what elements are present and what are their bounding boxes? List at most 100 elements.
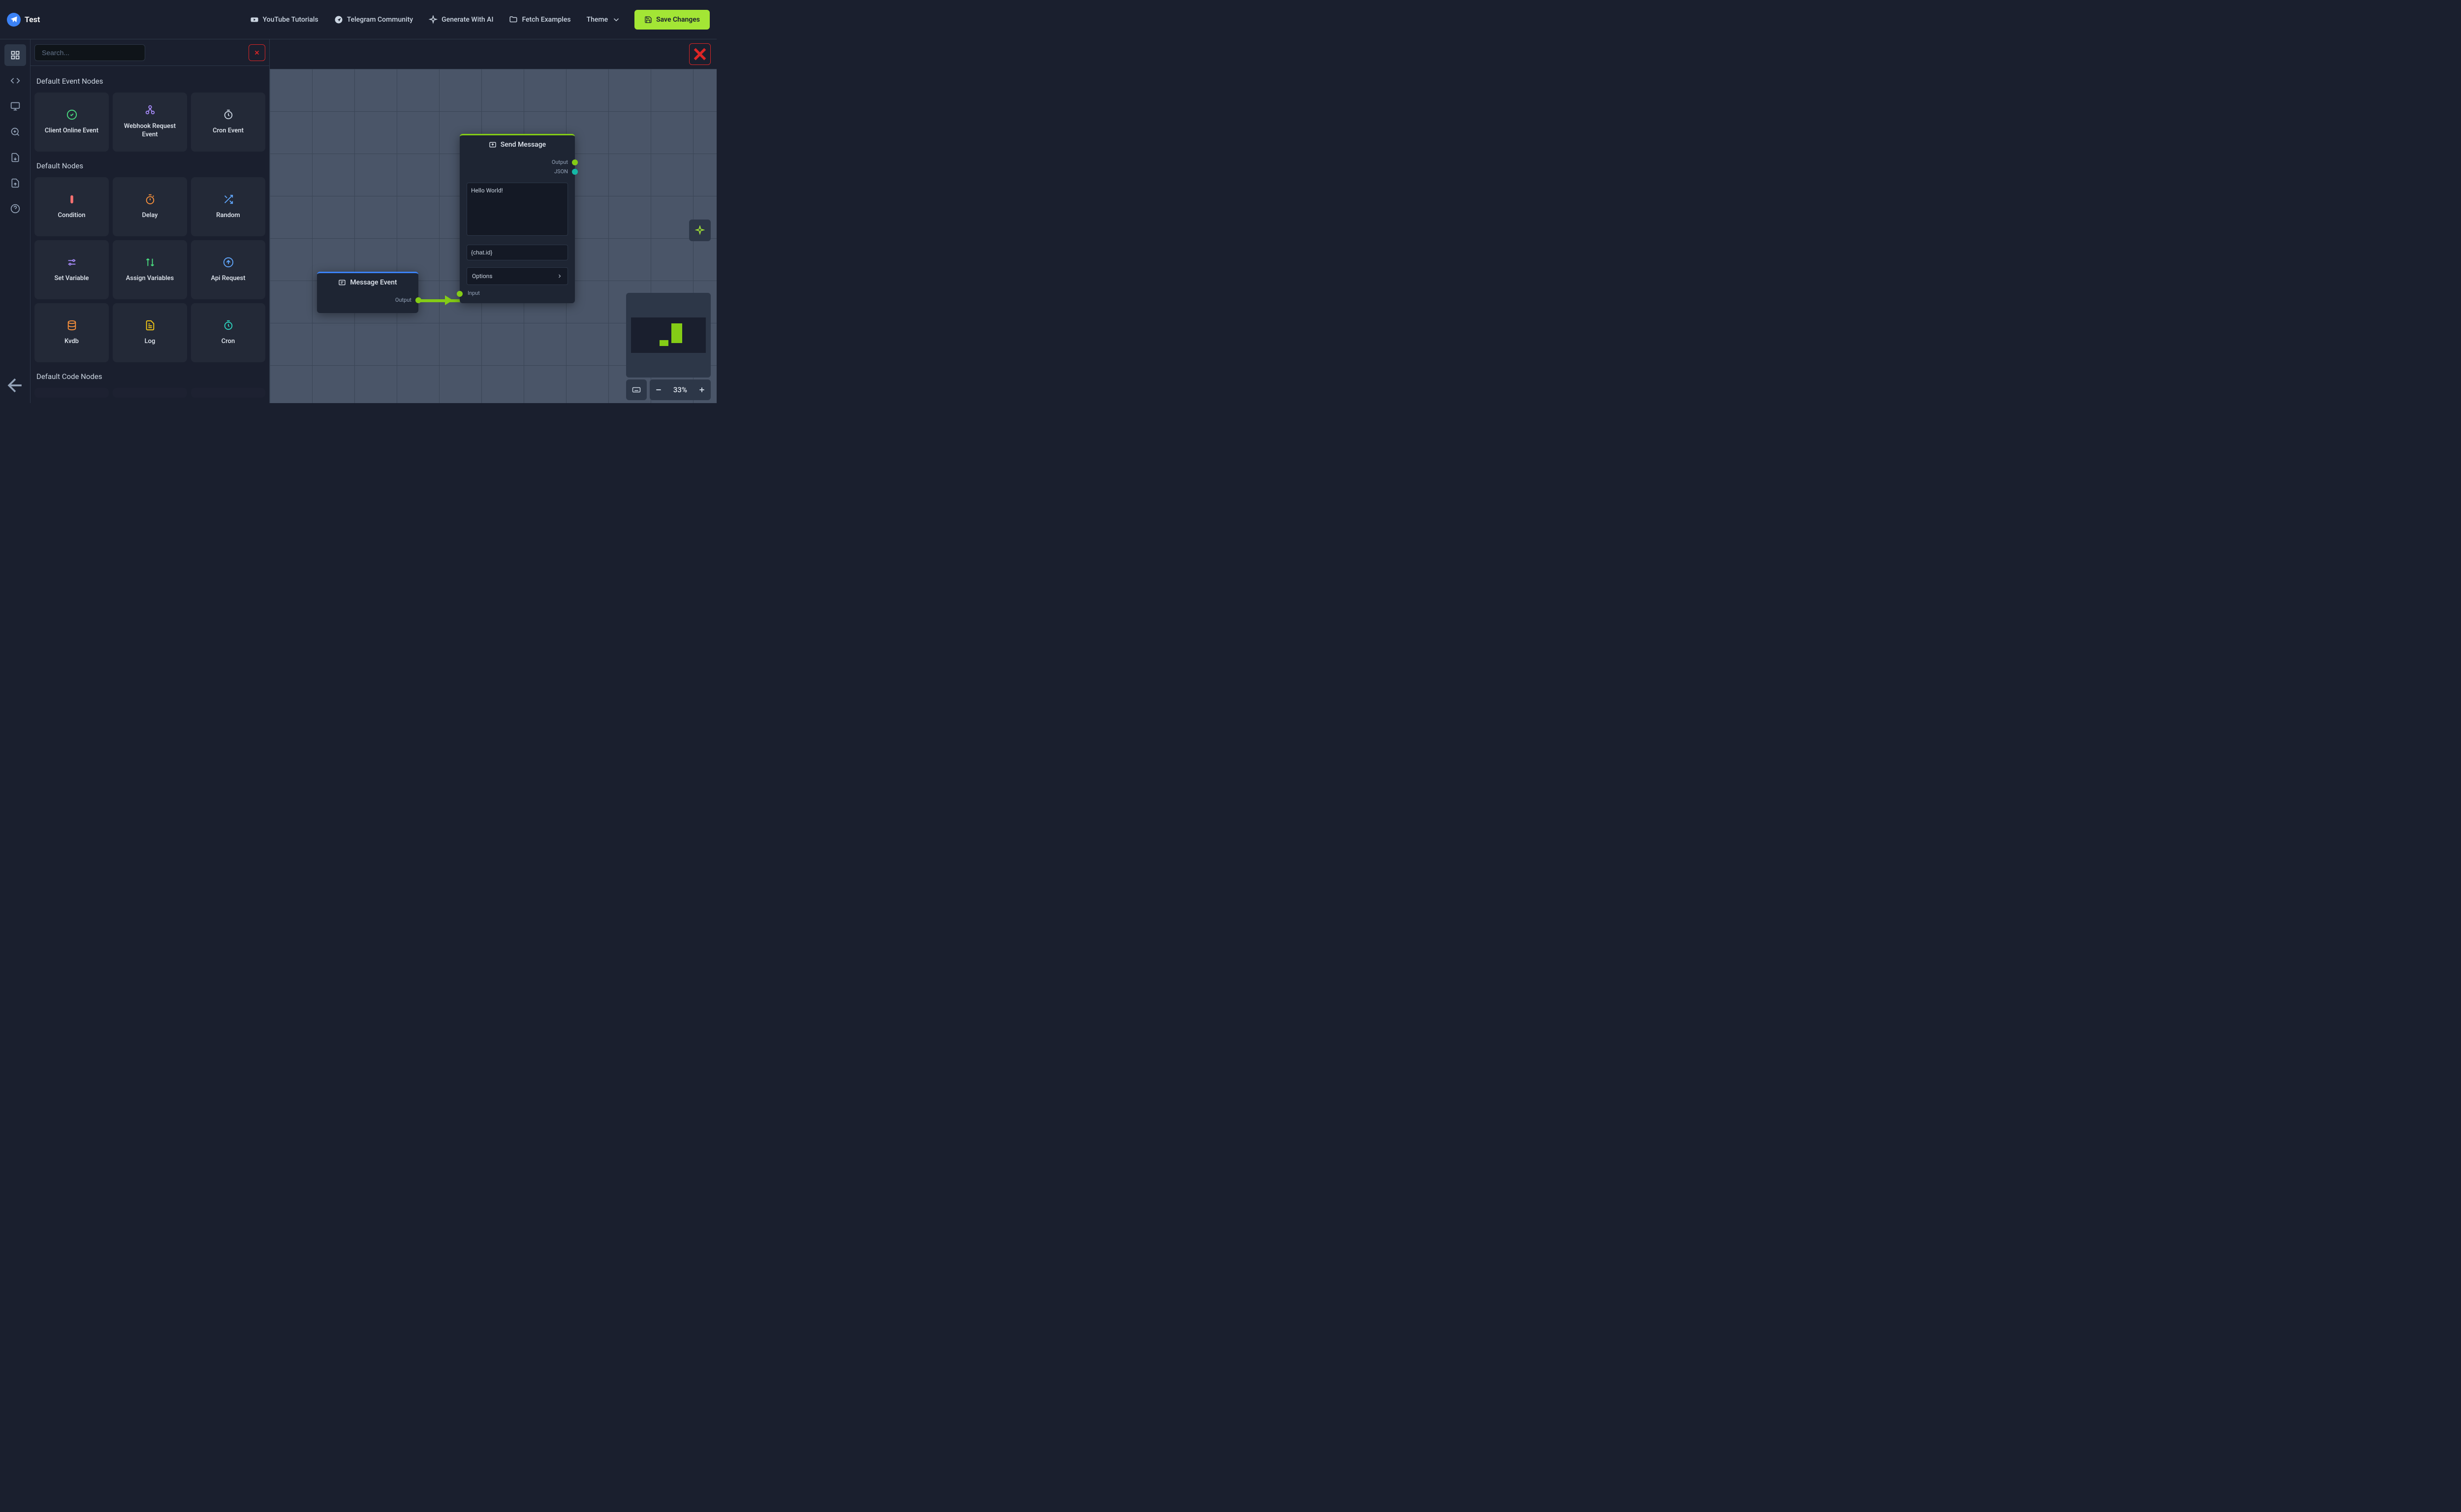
theme-label: Theme	[587, 16, 608, 24]
minus-icon	[655, 386, 663, 394]
shuffle-icon	[223, 194, 234, 205]
card-label: Assign Variables	[126, 275, 174, 283]
card-label: Set Variable	[54, 275, 89, 283]
minimap-node	[660, 340, 668, 346]
card-api-request[interactable]: Api Request	[191, 240, 265, 299]
card-label: Cron	[221, 338, 235, 346]
folder-icon	[509, 15, 518, 24]
card-label: Client Online Event	[45, 127, 98, 135]
card-cron[interactable]: Cron	[191, 303, 265, 362]
send-icon	[489, 141, 497, 149]
card-code-placeholder[interactable]	[113, 388, 187, 398]
sparkle-icon	[695, 225, 705, 235]
swap-icon	[145, 257, 156, 268]
sparkle-icon	[429, 15, 438, 24]
card-label: Kvdb	[64, 338, 79, 346]
json-port[interactable]	[572, 169, 578, 175]
zoom-out-button[interactable]	[650, 379, 667, 400]
card-log[interactable]: Log	[113, 303, 187, 362]
rail-nodes-button[interactable]	[4, 44, 26, 66]
minimap-viewport	[631, 317, 706, 353]
plus-icon	[698, 386, 706, 394]
theme-dropdown[interactable]: Theme	[579, 10, 629, 29]
node-send-message[interactable]: Send Message Output JSON	[460, 134, 575, 303]
options-label: Options	[472, 273, 493, 280]
rail-export-button[interactable]	[4, 147, 26, 168]
input-port[interactable]	[457, 291, 463, 297]
sliders-icon	[66, 257, 77, 268]
app-logo[interactable]: Test	[7, 13, 40, 27]
search-input[interactable]	[34, 44, 145, 61]
webhook-icon	[145, 105, 156, 116]
chevron-right-icon	[557, 273, 563, 279]
rail-code-button[interactable]	[4, 70, 26, 92]
database-icon	[66, 320, 77, 331]
chat-id-input[interactable]	[467, 245, 568, 260]
arrow-left-icon	[4, 375, 26, 396]
rail-preview-button[interactable]	[4, 95, 26, 117]
options-expand[interactable]: Options	[467, 267, 568, 285]
ai-assist-button[interactable]	[689, 220, 711, 241]
telegram-icon	[334, 15, 343, 24]
timer-icon	[223, 320, 234, 331]
output-port[interactable]	[572, 159, 578, 165]
card-webhook-event[interactable]: Webhook Request Event	[113, 93, 187, 152]
generate-ai-link[interactable]: Generate With AI	[421, 10, 501, 29]
code-icon	[10, 76, 20, 86]
close-icon	[253, 49, 260, 56]
telegram-icon	[10, 16, 18, 24]
file-export-icon	[10, 153, 20, 162]
card-label: Delay	[142, 212, 158, 220]
telegram-community-link[interactable]: Telegram Community	[326, 10, 421, 29]
port-output-label: Output	[552, 159, 568, 165]
youtube-label: YouTube Tutorials	[263, 16, 318, 24]
rail-import-button[interactable]	[4, 172, 26, 194]
monitor-icon	[10, 101, 20, 111]
keyboard-shortcuts-button[interactable]	[626, 379, 647, 400]
card-client-online-event[interactable]: Client Online Event	[34, 93, 109, 152]
card-delay[interactable]: Delay	[113, 177, 187, 236]
card-kvdb[interactable]: Kvdb	[34, 303, 109, 362]
canvas-close-button[interactable]	[689, 43, 711, 65]
card-set-variable[interactable]: Set Variable	[34, 240, 109, 299]
card-label: Condition	[58, 212, 86, 220]
message-text-input[interactable]	[467, 183, 568, 236]
card-condition[interactable]: Condition	[34, 177, 109, 236]
timer-icon	[223, 109, 234, 120]
save-changes-button[interactable]: Save Changes	[634, 10, 710, 30]
youtube-tutorials-link[interactable]: YouTube Tutorials	[242, 10, 326, 29]
port-json-label: JSON	[554, 168, 568, 175]
card-cron-event[interactable]: Cron Event	[191, 93, 265, 152]
save-icon	[644, 16, 652, 24]
fetch-label: Fetch Examples	[522, 16, 570, 24]
card-code-placeholder[interactable]	[34, 388, 109, 398]
card-label: Random	[216, 212, 240, 220]
stopwatch-icon	[145, 194, 156, 205]
generate-label: Generate With AI	[442, 16, 493, 24]
panel-close-button[interactable]	[249, 44, 265, 61]
upload-icon	[223, 257, 234, 268]
rail-search-button[interactable]	[4, 121, 26, 143]
minimap-node	[671, 323, 682, 343]
section-event-nodes: Default Event Nodes	[36, 77, 263, 86]
node-message-event[interactable]: Message Event Output	[317, 272, 418, 313]
flow-canvas[interactable]: Message Event Output	[270, 69, 717, 403]
card-label: Log	[145, 338, 156, 346]
zoom-in-button[interactable]	[693, 379, 711, 400]
keyboard-icon	[632, 385, 641, 394]
chevron-down-icon	[612, 15, 621, 24]
file-icon	[145, 320, 156, 331]
minimap[interactable]	[626, 293, 711, 378]
card-random[interactable]: Random	[191, 177, 265, 236]
connection-wire	[417, 299, 461, 302]
connection-arrow	[445, 295, 453, 305]
card-label: Cron Event	[213, 127, 244, 135]
close-icon	[690, 44, 710, 64]
fetch-examples-link[interactable]: Fetch Examples	[501, 10, 578, 29]
card-code-placeholder[interactable]	[191, 388, 265, 398]
rail-help-button[interactable]	[4, 198, 26, 220]
node-title: Send Message	[501, 141, 546, 149]
card-assign-variables[interactable]: Assign Variables	[113, 240, 187, 299]
youtube-icon	[250, 15, 259, 24]
rail-back-button[interactable]	[4, 375, 26, 396]
